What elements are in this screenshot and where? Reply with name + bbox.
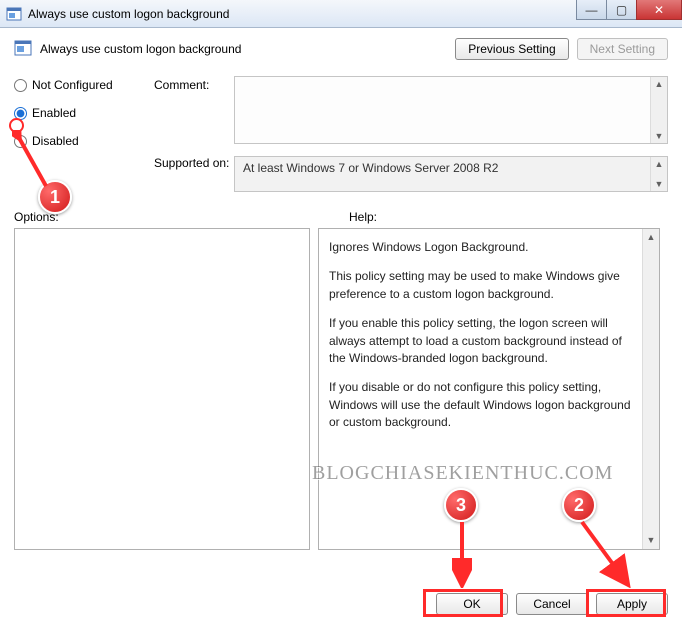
- scroll-up-icon: ▲: [655, 159, 664, 169]
- help-scrollbar[interactable]: ▲ ▼: [642, 229, 659, 549]
- supported-row: Supported on: At least Windows 7 or Wind…: [14, 156, 668, 192]
- supported-on-text: At least Windows 7 or Windows Server 200…: [243, 161, 498, 175]
- comment-textarea[interactable]: ▲ ▼: [234, 76, 668, 144]
- help-text-p1: Ignores Windows Logon Background.: [329, 239, 637, 256]
- panels-row: Ignores Windows Logon Background. This p…: [14, 228, 668, 550]
- app-icon: [6, 6, 22, 22]
- scroll-down-icon: ▼: [647, 534, 656, 547]
- minimize-button[interactable]: —: [576, 0, 606, 20]
- radio-not-configured-label: Not Configured: [32, 78, 113, 92]
- config-grid: Not Configured Enabled Disabled Comment:…: [14, 76, 668, 148]
- ok-button[interactable]: OK: [436, 593, 508, 615]
- radio-not-configured[interactable]: Not Configured: [14, 78, 154, 92]
- help-text-p3: If you enable this policy setting, the l…: [329, 315, 637, 367]
- help-label: Help:: [349, 210, 377, 224]
- maximize-button[interactable]: ▢: [606, 0, 636, 20]
- options-panel: [14, 228, 310, 550]
- help-panel: Ignores Windows Logon Background. This p…: [318, 228, 660, 550]
- header-left: Always use custom logon background: [14, 39, 241, 60]
- titlebar: Always use custom logon background — ▢ ✕: [0, 0, 682, 28]
- radio-not-configured-input[interactable]: [14, 79, 27, 92]
- close-button[interactable]: ✕: [636, 0, 682, 20]
- cancel-button[interactable]: Cancel: [516, 593, 588, 615]
- comment-scrollbar[interactable]: ▲ ▼: [650, 77, 667, 143]
- scroll-up-icon: ▲: [647, 231, 656, 244]
- supported-scrollbar[interactable]: ▲ ▼: [650, 157, 667, 191]
- radio-disabled[interactable]: Disabled: [14, 134, 154, 148]
- footer-buttons: OK Cancel Apply: [436, 593, 668, 615]
- scroll-down-icon: ▼: [655, 131, 664, 141]
- nav-buttons: Previous Setting Next Setting: [455, 38, 668, 60]
- window-controls: — ▢ ✕: [576, 0, 682, 20]
- scroll-up-icon: ▲: [655, 79, 664, 89]
- header-row: Always use custom logon background Previ…: [14, 38, 668, 60]
- previous-setting-button[interactable]: Previous Setting: [455, 38, 568, 60]
- radio-enabled-input[interactable]: [14, 107, 27, 120]
- next-setting-button[interactable]: Next Setting: [577, 38, 668, 60]
- policy-icon: [14, 39, 32, 60]
- radio-disabled-input[interactable]: [14, 135, 27, 148]
- window-title: Always use custom logon background: [28, 7, 229, 21]
- comment-label: Comment:: [154, 76, 234, 148]
- radio-column: Not Configured Enabled Disabled: [14, 76, 154, 148]
- supported-on-box: At least Windows 7 or Windows Server 200…: [234, 156, 668, 192]
- supported-label: Supported on:: [154, 156, 234, 170]
- radio-disabled-label: Disabled: [32, 134, 79, 148]
- panel-labels: Options: Help:: [14, 210, 668, 224]
- radio-enabled[interactable]: Enabled: [14, 106, 154, 120]
- content-area: Always use custom logon background Previ…: [0, 28, 682, 550]
- apply-button[interactable]: Apply: [596, 593, 668, 615]
- help-text-p4: If you disable or do not configure this …: [329, 379, 637, 431]
- options-label: Options:: [14, 210, 349, 224]
- scroll-down-icon: ▼: [655, 179, 664, 189]
- policy-title: Always use custom logon background: [40, 42, 241, 56]
- help-text-p2: This policy setting may be used to make …: [329, 268, 637, 303]
- radio-enabled-label: Enabled: [32, 106, 76, 120]
